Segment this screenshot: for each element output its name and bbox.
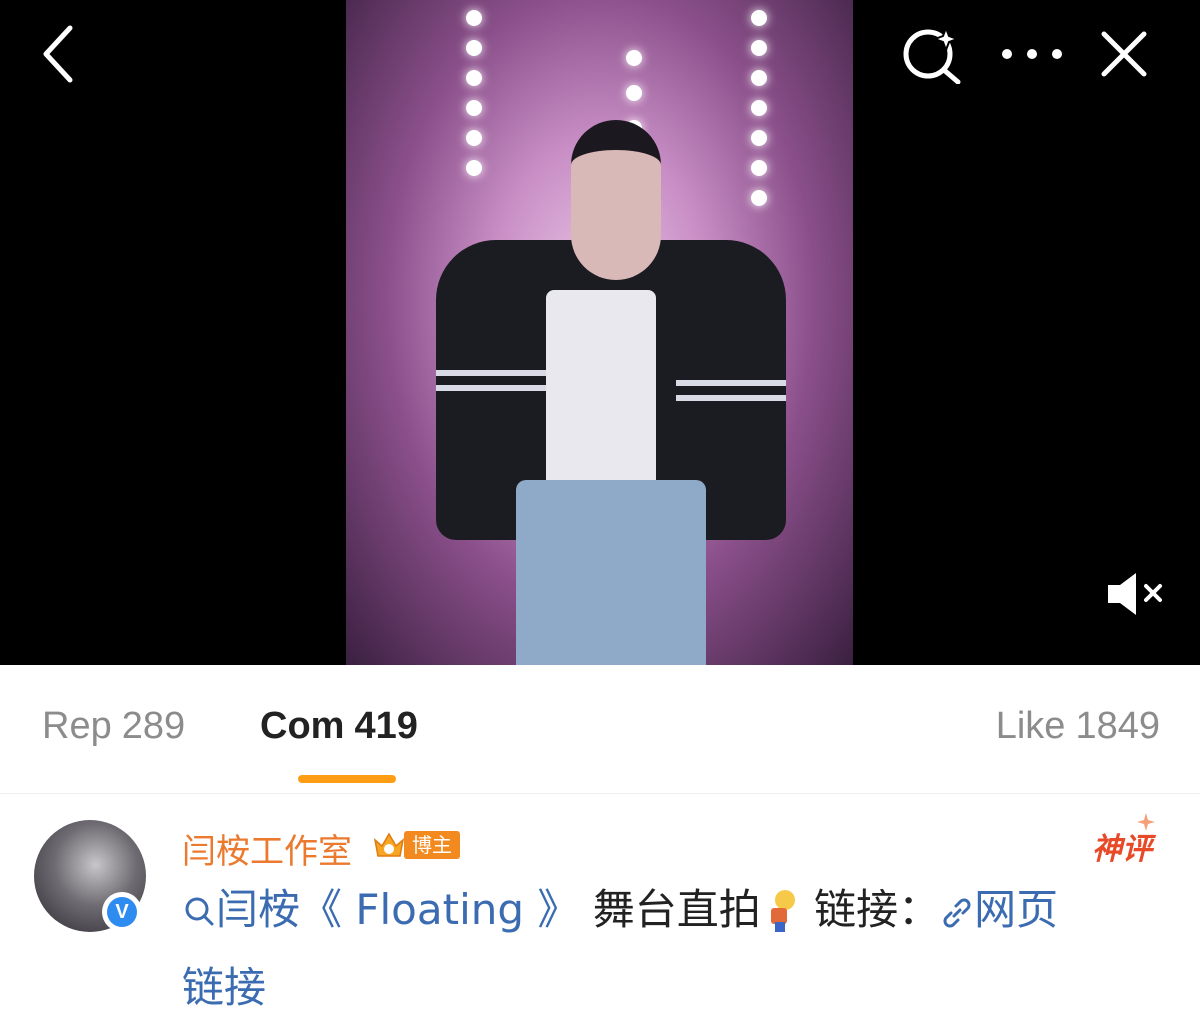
thumbs-up-emoji-icon: [770, 890, 795, 932]
crown-icon: [373, 832, 405, 857]
comment-text: 闫桉《 Floating 》 舞台直拍 链接： 网页: [182, 882, 1058, 938]
interaction-tabs: Rep 289 Com 419 Like 1849: [0, 665, 1200, 794]
video-frame[interactable]: [346, 0, 853, 665]
web-link[interactable]: 网页: [940, 885, 1058, 934]
search-icon: [185, 897, 214, 926]
verified-badge-icon: V: [102, 892, 142, 932]
tab-reposts[interactable]: Rep 289: [42, 705, 185, 748]
tab-comments[interactable]: Com 419: [260, 705, 418, 748]
comment-author[interactable]: 闫桉工作室: [182, 824, 352, 873]
performer-jeans: [516, 480, 706, 665]
tab-count: 1849: [1075, 705, 1160, 747]
video-player[interactable]: [0, 0, 1200, 665]
badge-label: 博主: [404, 831, 460, 859]
close-icon[interactable]: [1094, 24, 1154, 84]
web-link-continued[interactable]: 链接: [182, 960, 266, 1016]
topic-link[interactable]: 闫桉《 Floating 》: [182, 885, 593, 934]
comment-text-part: 链接：: [800, 885, 941, 934]
tab-likes[interactable]: Like 1849: [996, 705, 1160, 748]
comment-item[interactable]: V 闫桉工作室 博主 神评 闫桉《 Floating 》 舞台直拍 链接： 网页 …: [0, 794, 1200, 1029]
blogger-badge: 博主: [372, 830, 460, 860]
web-link-text: 网页: [974, 885, 1059, 934]
topic-text: 闫桉《 Floating 》: [216, 885, 580, 934]
sparkle-search-icon[interactable]: [900, 24, 964, 84]
tab-count: 289: [121, 705, 186, 747]
active-tab-indicator: [298, 775, 396, 783]
performer-head: [571, 120, 661, 280]
link-icon: [943, 898, 971, 928]
top-comment-tag: 神评: [1092, 832, 1152, 867]
more-dots-icon[interactable]: [996, 24, 1068, 84]
tab-label: Like: [995, 705, 1066, 747]
tab-count: 419: [354, 705, 418, 747]
chevron-left-icon[interactable]: [30, 24, 86, 84]
comment-text-part: 舞台直拍: [592, 885, 761, 934]
tab-label: Rep: [42, 705, 112, 747]
muted-speaker-icon[interactable]: [1104, 566, 1166, 622]
tab-label: Com: [260, 705, 345, 747]
performer-shirt: [546, 290, 656, 490]
